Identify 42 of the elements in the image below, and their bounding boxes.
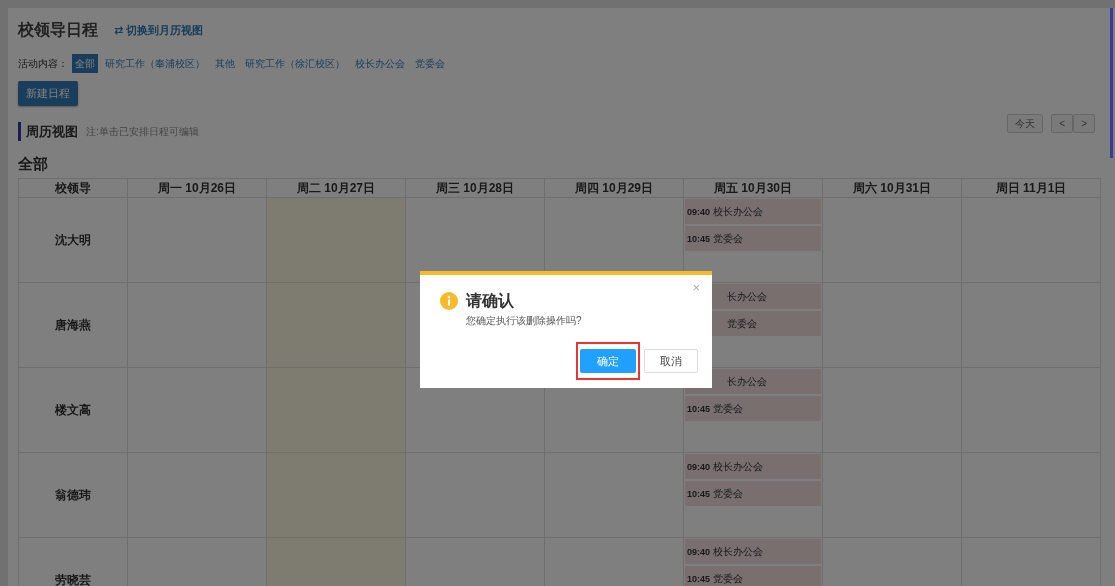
next-button[interactable]: > [1073, 114, 1095, 133]
leader-name: 楼文高 [18, 367, 128, 452]
event-entry[interactable]: 09:40 校长办公会 [685, 453, 821, 479]
event-entry[interactable]: 10:45 党委会 [685, 565, 821, 586]
info-icon [440, 292, 458, 310]
column-header: 校领导 [18, 178, 128, 197]
filter-option[interactable]: 研究工作（奉浦校区） [102, 54, 208, 73]
filter-label: 活动内容： [18, 57, 68, 71]
column-header: 周三 10月28日 [405, 178, 545, 197]
new-schedule-button[interactable]: 新建日程 [18, 81, 78, 106]
previous-button[interactable]: < [1051, 114, 1074, 133]
event-entry[interactable]: 10:45 党委会 [685, 395, 821, 421]
filter-option[interactable]: 校长办公会 [352, 54, 408, 73]
filter-option[interactable]: 研究工作（徐汇校区） [242, 54, 348, 73]
dialog-message: 您确定执行该删除操作吗? [466, 314, 583, 328]
column-header: 周日 11月1日 [961, 178, 1101, 197]
event-entry[interactable]: 10:45 党委会 [685, 225, 821, 251]
close-button[interactable]: × [692, 281, 700, 294]
filter-option[interactable]: 党委会 [412, 54, 448, 73]
section-title: 周历视图 [18, 121, 78, 141]
dialog-title: 请确认 [466, 291, 514, 311]
column-header: 周四 10月29日 [544, 178, 684, 197]
leader-name: 翁德玮 [18, 452, 128, 537]
group-title: 全部 [18, 154, 49, 174]
leader-name: 唐海燕 [18, 282, 128, 367]
event-entry[interactable]: 09:40 校长办公会 [685, 198, 821, 224]
leader-name: 沈大明 [18, 197, 128, 282]
filter-option[interactable]: 全部 [72, 54, 98, 73]
filter-option[interactable]: 其他 [212, 54, 238, 73]
column-header: 周五 10月30日 [683, 178, 823, 197]
column-header: 周一 10月26日 [127, 178, 267, 197]
cancel-button[interactable]: 取消 [644, 349, 698, 373]
event-entry[interactable]: 09:40 校长办公会 [685, 538, 821, 564]
confirm-button[interactable]: 确定 [580, 349, 636, 373]
switch-view-link[interactable]: ⇄ 切换到月历视图 [114, 21, 204, 39]
leader-name: 劳晓芸 [18, 537, 128, 586]
column-header: 周二 10月27日 [266, 178, 406, 197]
today-button[interactable]: 今天 [1007, 114, 1044, 133]
scrollbar-thumb[interactable] [1110, 8, 1113, 158]
page-title: 校领导日程 [18, 20, 98, 40]
column-header: 周六 10月31日 [822, 178, 962, 197]
event-entry[interactable]: 10:45 党委会 [685, 480, 821, 506]
